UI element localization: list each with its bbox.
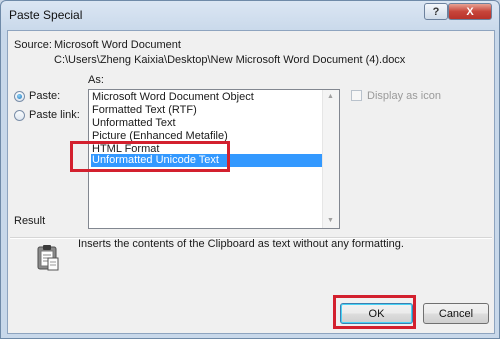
source-name: Microsoft Word Document	[54, 39, 181, 51]
display-as-icon-checkbox[interactable]	[351, 90, 362, 101]
annotation-highlight-ok-button	[333, 295, 416, 329]
window-title: Paste Special	[9, 8, 83, 22]
dialog-body: Source: Microsoft Word Document C:\Users…	[7, 30, 495, 334]
title-bar[interactable]: Paste Special ? X	[1, 1, 499, 29]
cancel-button[interactable]: Cancel	[423, 303, 489, 324]
scroll-down-arrow-icon[interactable]: ▼	[327, 217, 334, 225]
paste-radio[interactable]	[14, 91, 25, 102]
help-icon: ?	[432, 5, 440, 18]
paste-radio-label[interactable]: Paste:	[29, 90, 60, 102]
scroll-up-arrow-icon[interactable]: ▲	[327, 93, 334, 101]
as-label: As:	[88, 74, 104, 86]
result-description: Inserts the contents of the Clipboard as…	[78, 238, 404, 250]
cancel-button-label: Cancel	[438, 307, 474, 320]
source-path: C:\Users\Zheng Kaixia\Desktop\New Micros…	[54, 54, 406, 66]
close-icon: X	[466, 5, 474, 18]
paste-link-radio-label[interactable]: Paste link:	[29, 109, 80, 121]
paste-link-radio[interactable]	[14, 110, 25, 121]
list-item[interactable]: Microsoft Word Document Object	[91, 91, 325, 104]
clipboard-icon	[37, 245, 59, 271]
help-button[interactable]: ?	[424, 3, 448, 20]
list-item[interactable]: Formatted Text (RTF)	[91, 104, 325, 117]
result-label: Result	[14, 215, 46, 227]
source-label: Source:	[14, 39, 52, 51]
list-item[interactable]: Unformatted Text	[91, 117, 325, 130]
annotation-highlight-list-item	[70, 141, 230, 172]
display-as-icon-label[interactable]: Display as icon	[367, 90, 441, 102]
list-scrollbar[interactable]: ▲ ▼	[322, 90, 339, 228]
close-button[interactable]: X	[448, 3, 492, 20]
